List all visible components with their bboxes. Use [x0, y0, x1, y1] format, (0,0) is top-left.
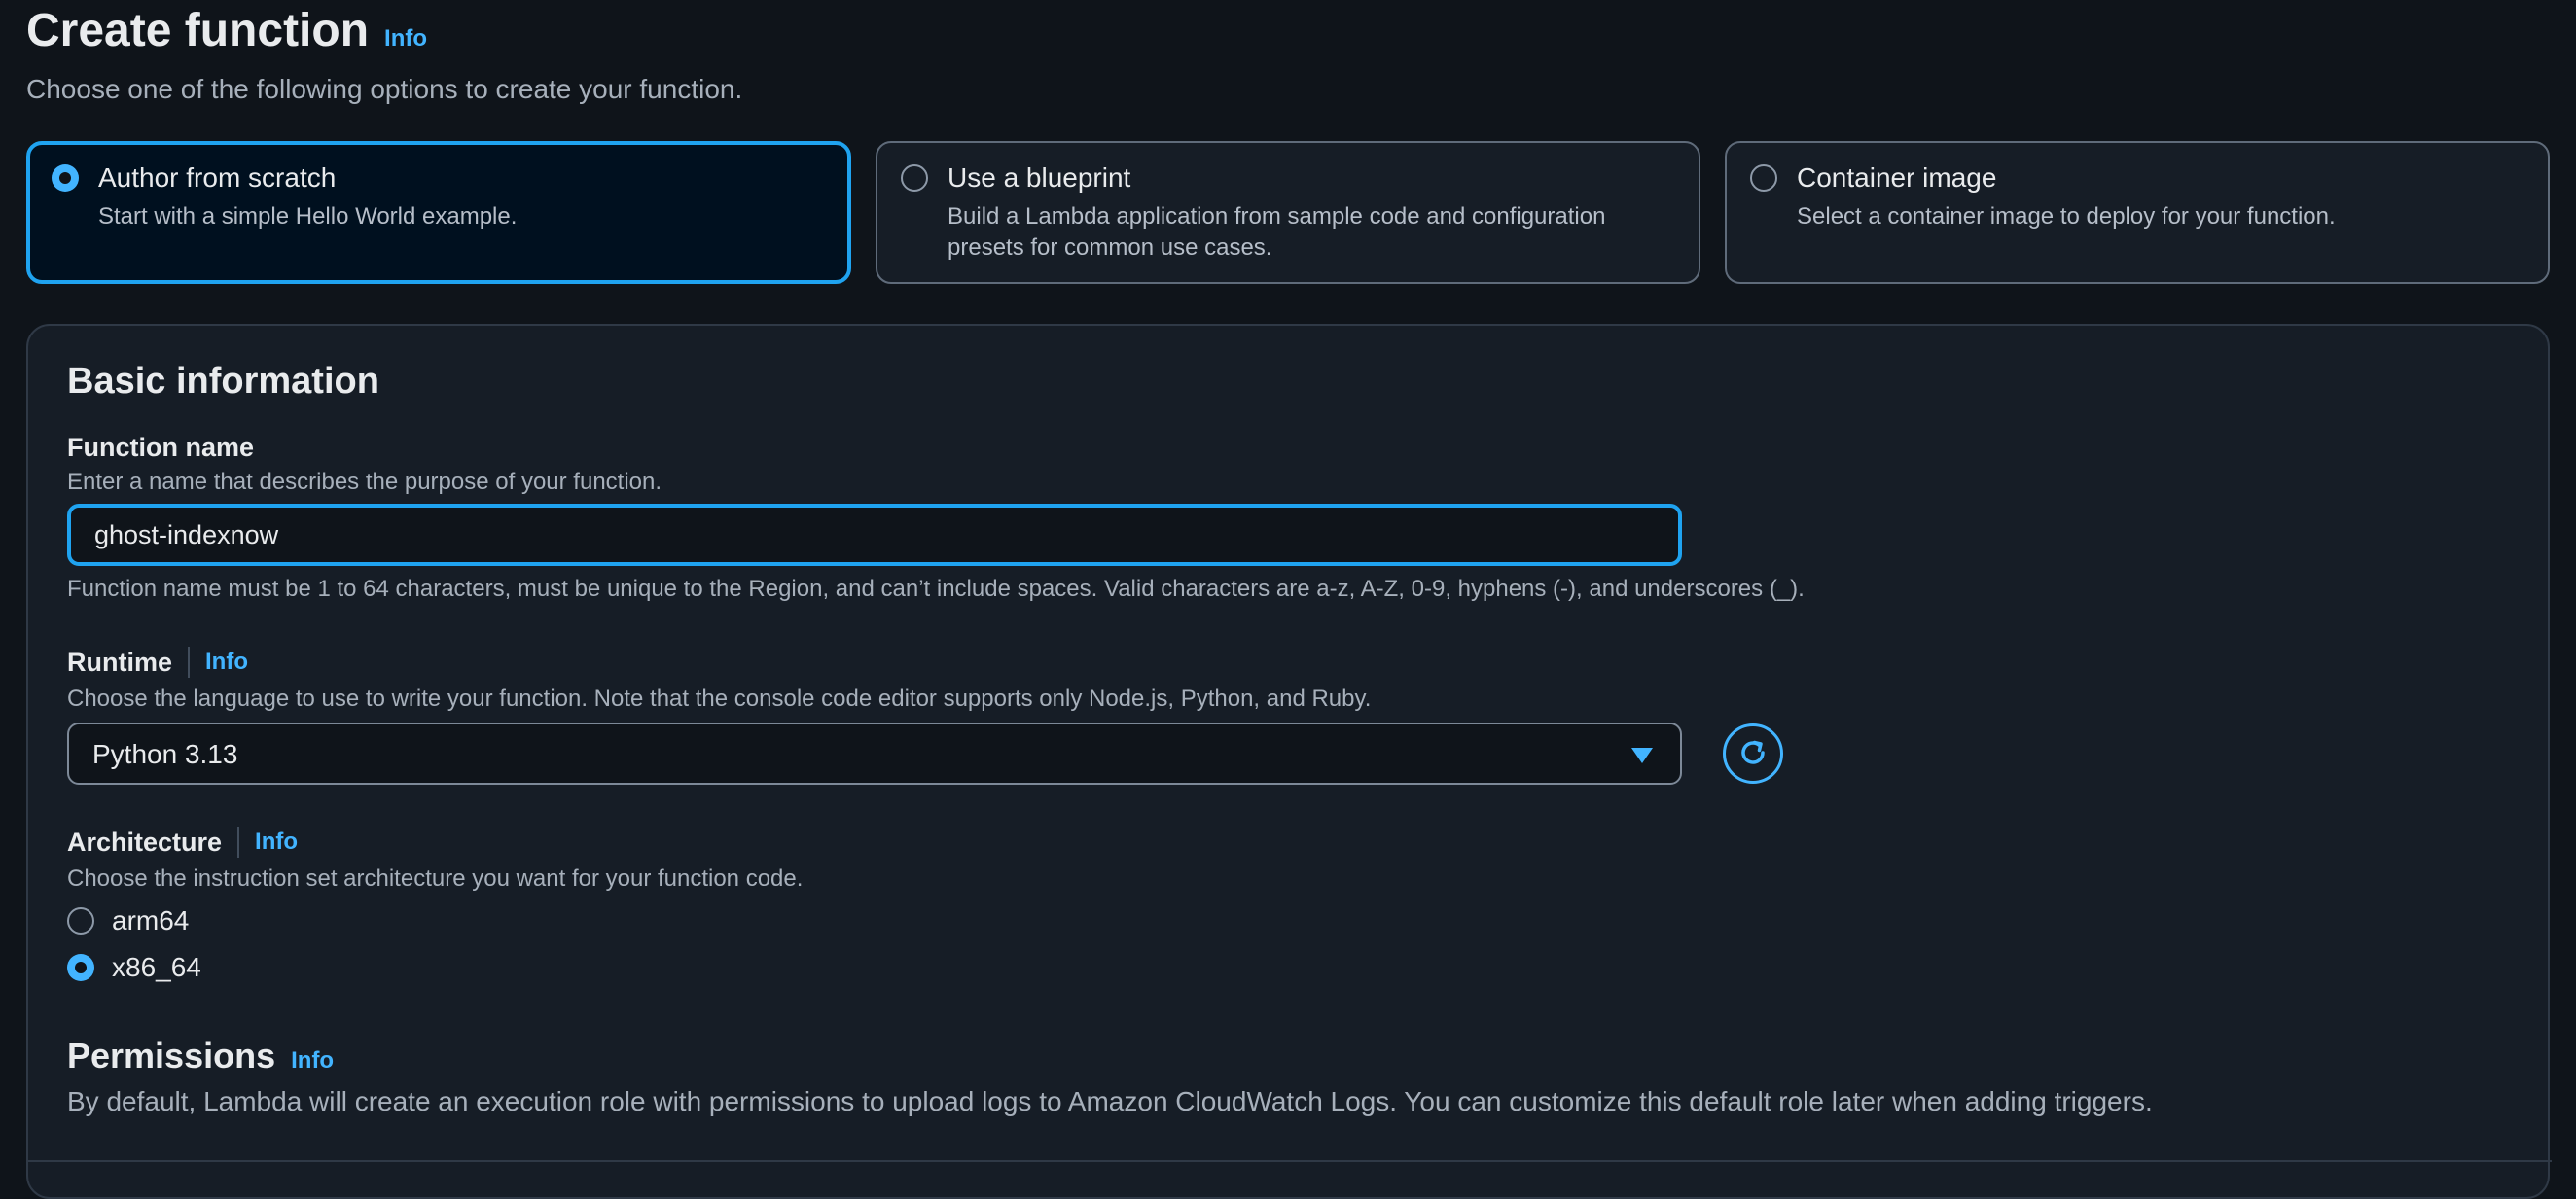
architecture-option-label: x86_64: [112, 952, 201, 982]
function-name-hint: Function name must be 1 to 64 characters…: [67, 576, 1805, 602]
architecture-option-arm64[interactable]: arm64: [67, 905, 189, 936]
section-divider: [28, 1160, 2552, 1162]
label-divider: [237, 827, 240, 858]
option-label: Author from scratch: [98, 162, 337, 193]
radio-unselected-icon[interactable]: [901, 164, 928, 192]
function-name-input[interactable]: [67, 504, 1682, 566]
page-subtitle: Choose one of the following options to c…: [26, 74, 743, 104]
option-description: Select a container image to deploy for y…: [1797, 203, 2336, 229]
permissions-title-text: Permissions: [67, 1036, 276, 1076]
function-name-description: Enter a name that describes the purpose …: [67, 469, 662, 495]
function-name-label-text: Function name: [67, 433, 255, 462]
runtime-description: Choose the language to use to write your…: [67, 686, 1372, 712]
runtime-select[interactable]: Python 3.13: [67, 723, 1682, 785]
runtime-label-text: Runtime: [67, 647, 172, 677]
label-divider: [188, 647, 190, 678]
title-row: Create function Info: [26, 4, 427, 57]
title-info-link[interactable]: Info: [384, 25, 427, 53]
creation-options: Author from scratch Start with a simple …: [26, 141, 2550, 284]
runtime-selected-value: Python 3.13: [92, 739, 238, 769]
option-description: Build a Lambda application from sample c…: [948, 203, 1606, 261]
refresh-runtime-button[interactable]: [1723, 723, 1783, 784]
radio-selected-icon[interactable]: [67, 954, 94, 981]
architecture-option-label: arm64: [112, 905, 190, 935]
architecture-description: Choose the instruction set architecture …: [67, 865, 804, 892]
architecture-info-link[interactable]: Info: [255, 829, 298, 856]
refresh-icon: [1741, 740, 1765, 764]
option-label: Container image: [1797, 162, 1997, 193]
radio-unselected-icon[interactable]: [67, 907, 94, 935]
permissions-info-link[interactable]: Info: [291, 1047, 334, 1075]
architecture-label: Architecture Info: [67, 827, 298, 858]
runtime-label: Runtime Info: [67, 647, 248, 678]
option-description: Start with a simple Hello World example.: [98, 203, 518, 229]
runtime-info-link[interactable]: Info: [205, 649, 248, 676]
permissions-description: By default, Lambda will create an execut…: [67, 1086, 2153, 1116]
basic-information-panel: Basic information Function name Enter a …: [26, 324, 2552, 1199]
option-container-image[interactable]: Container image Select a container image…: [1725, 141, 2550, 284]
permissions-title: Permissions Info: [67, 1036, 334, 1076]
architecture-option-x86_64[interactable]: x86_64: [67, 952, 201, 983]
option-use-blueprint[interactable]: Use a blueprint Build a Lambda applicati…: [876, 141, 1700, 284]
page-title: Create function: [26, 5, 370, 56]
architecture-label-text: Architecture: [67, 827, 223, 857]
radio-unselected-icon[interactable]: [1750, 164, 1777, 192]
caret-down-icon: [1631, 748, 1653, 763]
option-author-from-scratch[interactable]: Author from scratch Start with a simple …: [26, 141, 851, 284]
radio-selected-icon[interactable]: [52, 164, 79, 192]
option-label: Use a blueprint: [948, 162, 1131, 193]
basic-information-title: Basic information: [67, 361, 379, 402]
function-name-label: Function name: [67, 433, 254, 463]
